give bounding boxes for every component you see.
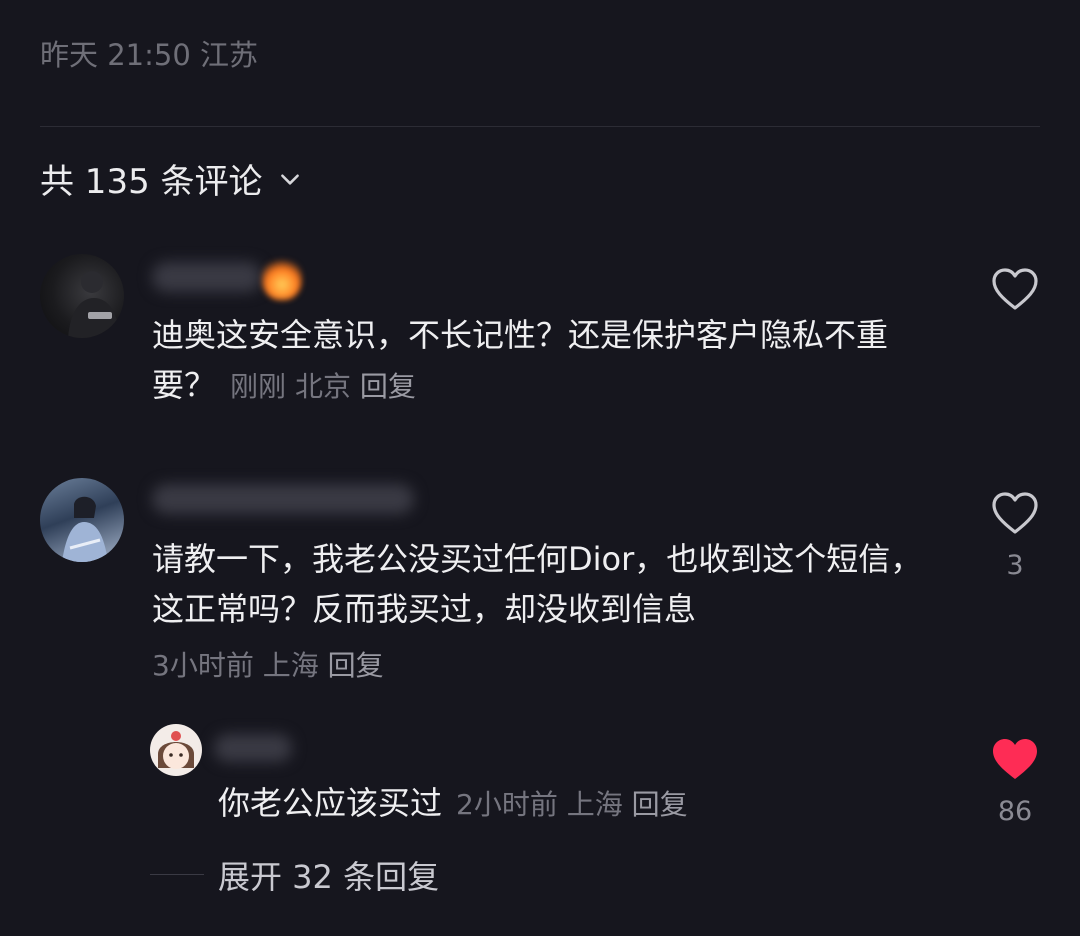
avatar[interactable] bbox=[40, 254, 124, 338]
comment-time: 3小时前 bbox=[152, 649, 254, 682]
like-count: 86 bbox=[997, 796, 1033, 827]
post-time-location: 昨天 21:50 江苏 bbox=[40, 38, 259, 72]
comment-meta: 3小时前 上海 回复 bbox=[152, 644, 384, 684]
comment-count-toggle[interactable]: 共 135 条评论 bbox=[40, 154, 303, 203]
reply-button[interactable]: 回复 bbox=[632, 788, 688, 821]
comment-time: 刚刚 bbox=[230, 370, 287, 403]
comment-location: 北京 bbox=[294, 370, 351, 403]
expand-replies-button[interactable]: 展开 32 条回复 bbox=[218, 852, 439, 898]
heart-outline-icon bbox=[992, 492, 1038, 534]
divider bbox=[40, 126, 1040, 127]
expand-divider bbox=[150, 874, 204, 875]
comment-text: 迪奥这安全意识，不长记性？还是保护客户隐私不重要？ 刚刚 北京 回复 bbox=[152, 310, 942, 412]
reply-body: 你老公应该买过 bbox=[218, 784, 443, 822]
heart-filled-icon bbox=[993, 739, 1037, 779]
flame-icon bbox=[262, 256, 302, 300]
chevron-down-icon bbox=[280, 173, 299, 185]
reply-location: 上海 bbox=[566, 788, 623, 821]
reply-meta: 2小时前 上海 回复 bbox=[456, 788, 688, 821]
like-button[interactable]: 86 bbox=[987, 736, 1043, 827]
username-blurred[interactable] bbox=[214, 734, 292, 762]
reply-button[interactable]: 回复 bbox=[328, 649, 384, 682]
username-blurred[interactable] bbox=[152, 484, 414, 514]
avatar-figure-icon bbox=[68, 271, 120, 338]
reply-text: 你老公应该买过 2小时前 上海 回复 bbox=[218, 778, 688, 830]
heart-outline-icon bbox=[992, 268, 1038, 310]
reply-time: 2小时前 bbox=[456, 788, 558, 821]
avatar[interactable] bbox=[150, 724, 202, 776]
like-button[interactable] bbox=[987, 266, 1043, 312]
avatar[interactable] bbox=[40, 478, 124, 562]
like-count: 3 bbox=[1006, 550, 1024, 581]
comment-meta: 刚刚 北京 回复 bbox=[230, 370, 416, 403]
like-button[interactable]: 3 bbox=[987, 490, 1043, 581]
comment-location: 上海 bbox=[262, 649, 319, 682]
comment-count-label: 共 135 条评论 bbox=[40, 162, 263, 202]
reply-button[interactable]: 回复 bbox=[360, 370, 416, 403]
avatar-figure-icon bbox=[62, 496, 108, 562]
comment-text: 请教一下，我老公没买过任何Dior，也收到这个短信，这正常吗？反而我买过，却没收… bbox=[152, 540, 923, 628]
username-blurred[interactable] bbox=[152, 262, 262, 292]
avatar-cartoon-icon bbox=[158, 731, 194, 769]
